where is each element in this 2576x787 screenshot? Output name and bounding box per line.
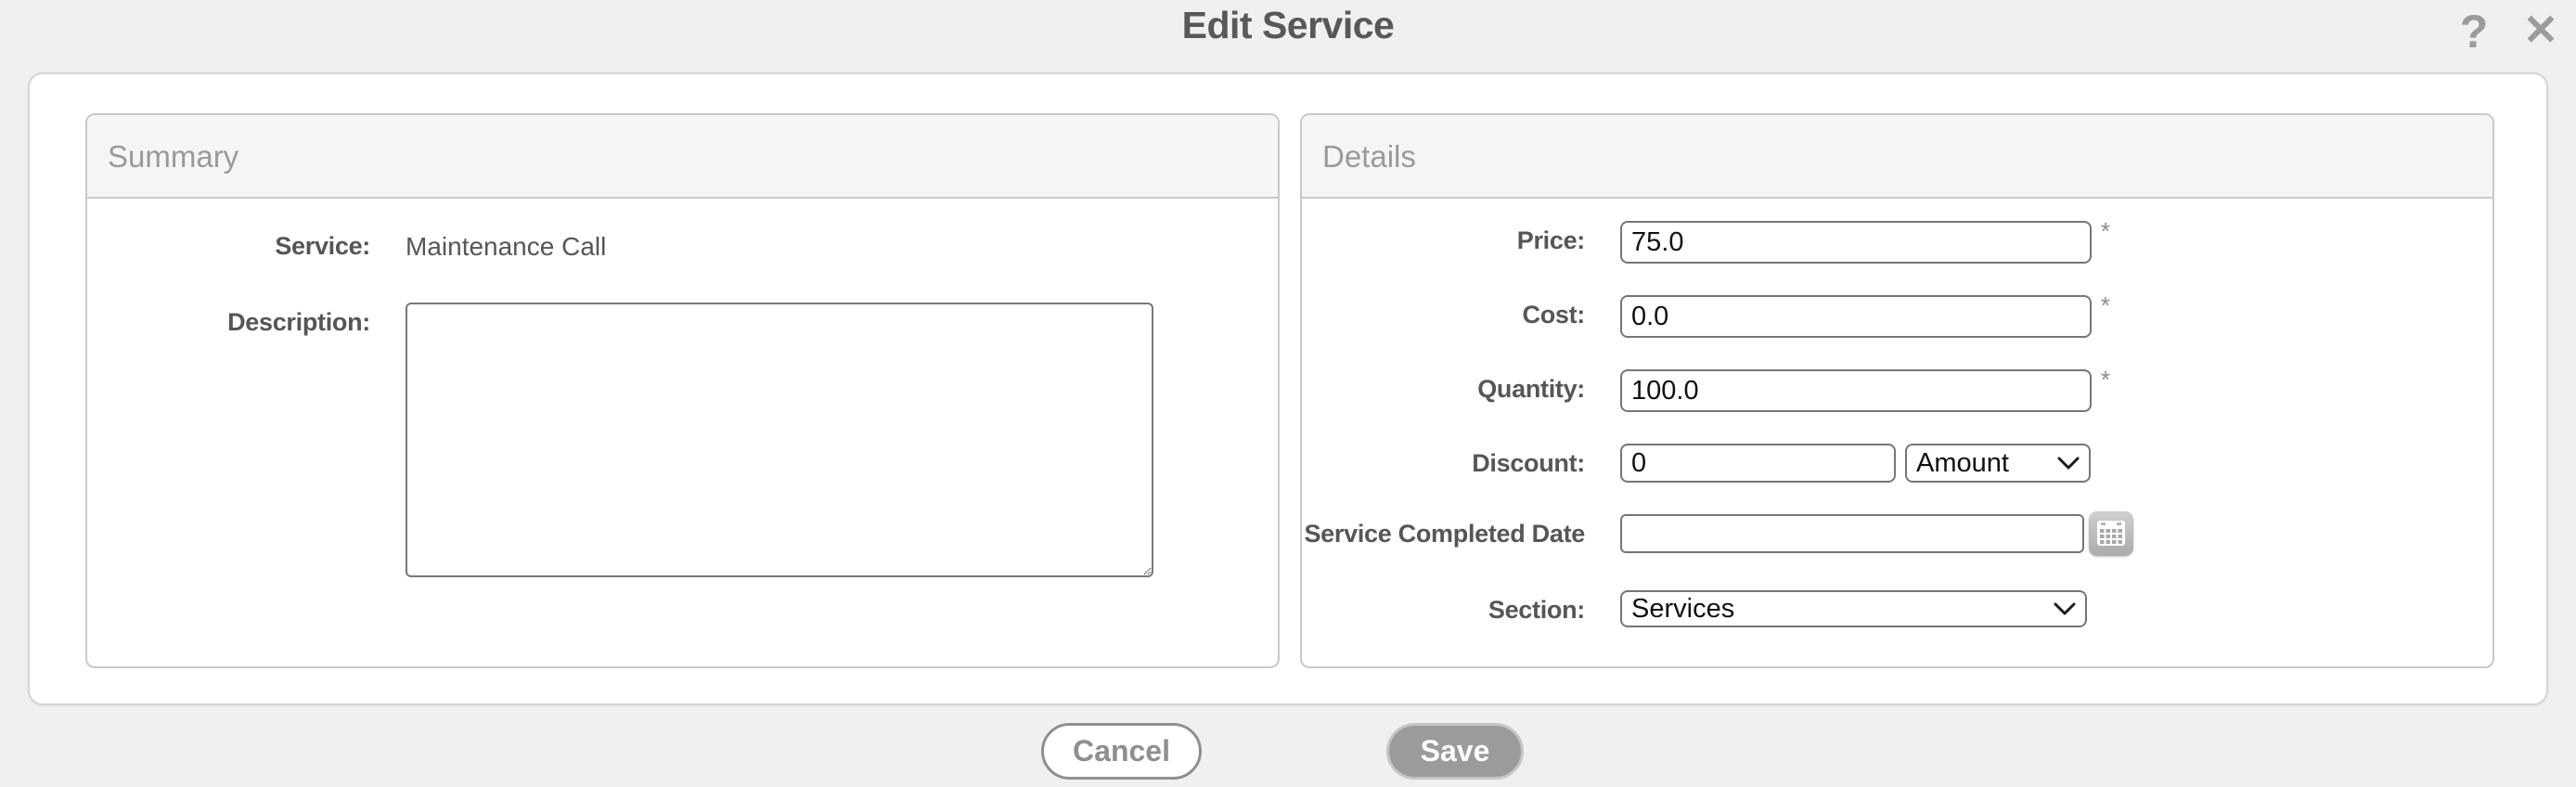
summary-panel-header: Summary — [87, 115, 1278, 199]
required-marker: * — [2101, 366, 2110, 394]
page-title: Edit Service — [0, 4, 2576, 47]
service-completed-date-input[interactable] — [1620, 514, 2084, 553]
price-row: Price: * — [1302, 221, 2492, 264]
description-row: Description: — [87, 303, 1278, 577]
close-icon[interactable]: ✕ — [2511, 0, 2570, 59]
cancel-button[interactable]: Cancel — [1041, 723, 1202, 780]
calendar-icon — [2095, 517, 2127, 551]
quantity-input[interactable] — [1620, 369, 2092, 412]
description-input[interactable] — [406, 303, 1153, 577]
quantity-label: Quantity: — [1302, 369, 1585, 404]
quantity-row: Quantity: * — [1302, 369, 2492, 412]
details-panel-header: Details — [1302, 115, 2492, 199]
details-panel: Details Price: * Cost: * Quantity: — [1300, 113, 2494, 668]
edit-service-dialog: Summary Service: Maintenance Call Descri… — [28, 72, 2548, 705]
cost-label: Cost: — [1302, 295, 1585, 329]
help-icon[interactable]: ? — [2446, 2, 2502, 61]
save-button[interactable]: Save — [1386, 723, 1524, 780]
summary-panel: Summary Service: Maintenance Call Descri… — [85, 113, 1280, 668]
service-row: Service: Maintenance Call — [87, 226, 1278, 262]
discount-type-select[interactable]: Amount — [1905, 444, 2091, 483]
price-input[interactable] — [1620, 221, 2092, 264]
discount-label: Discount: — [1302, 444, 1585, 478]
cost-row: Cost: * — [1302, 295, 2492, 338]
service-value: Maintenance Call — [406, 226, 606, 262]
discount-row: Discount: Amount — [1302, 444, 2492, 483]
required-marker: * — [2101, 217, 2110, 246]
service-label: Service: — [87, 226, 370, 261]
section-label: Section: — [1302, 590, 1585, 625]
price-label: Price: — [1302, 221, 1585, 255]
details-panel-body: Price: * Cost: * Quantity: — [1302, 221, 2492, 627]
section-select[interactable]: Services — [1620, 590, 2087, 627]
calendar-button[interactable] — [2089, 511, 2133, 556]
description-label: Description: — [87, 303, 370, 337]
discount-input[interactable] — [1620, 444, 1896, 483]
summary-panel-body: Service: Maintenance Call Description: — [87, 226, 1278, 577]
cost-input[interactable] — [1620, 295, 2092, 338]
service-completed-date-label: Service Completed Date — [1302, 514, 1585, 548]
required-marker: * — [2101, 291, 2110, 320]
service-completed-date-row: Service Completed Date — [1302, 514, 2492, 559]
section-row: Section: Services — [1302, 590, 2492, 627]
